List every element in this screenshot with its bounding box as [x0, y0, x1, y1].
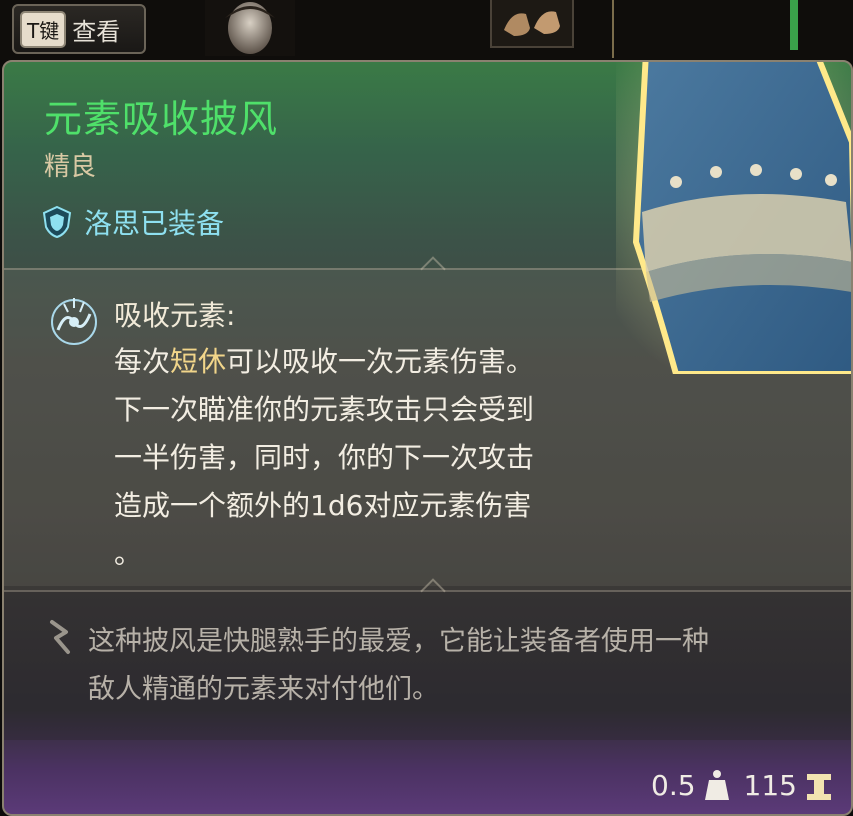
- shield-icon: [42, 205, 72, 239]
- desc-line: 。: [114, 537, 143, 570]
- inspect-label: 查看: [72, 17, 121, 46]
- flavor-line: 这种披风是快腿熟手的最爱，它能让装备者使用一种: [88, 626, 709, 657]
- short-rest-keyword[interactable]: 短休: [170, 345, 226, 378]
- slot-highlight: [790, 0, 798, 50]
- flavor-line: 敌人精通的元素来对付他们。: [88, 674, 439, 705]
- desc-line: 下一次瞄准你的元素攻击只会受到: [114, 393, 535, 426]
- t-key-label: T键: [20, 10, 67, 48]
- absorb-elements-icon: [51, 298, 97, 345]
- weight-value: 0.5: [651, 769, 696, 802]
- desc-line: 一半伤害，同时，你的下一次攻击: [114, 441, 535, 474]
- equipped-status: 洛思已装备: [40, 202, 224, 242]
- item-rarity: 精良: [44, 152, 97, 182]
- ability-description: 每次短休可以吸收一次元素伤害。 下一次瞄准你的元素攻击只会受到 一半伤害，同时，…: [114, 338, 614, 578]
- ability-name: 吸收元素:: [114, 299, 236, 332]
- top-bar: T键 查看: [0, 0, 853, 60]
- equipped-by-text: 洛思已装备: [84, 207, 225, 240]
- gold-icon: [807, 774, 831, 800]
- inspect-button[interactable]: T键 查看: [12, 4, 146, 54]
- item-tooltip: 元素吸收披风 精良 洛思已装备 吸收元素: 每次短休可以吸收一次元素伤害。 下一…: [2, 60, 853, 816]
- weight-stat: 0.5: [651, 768, 730, 802]
- item-stats: 0.5 115: [651, 768, 833, 802]
- weight-icon: [704, 770, 729, 800]
- quill-icon: [50, 620, 70, 654]
- desc-line: 每次短休可以吸收一次元素伤害。: [114, 345, 535, 378]
- gold-value: 115: [743, 769, 797, 802]
- character-portrait[interactable]: [205, 0, 295, 56]
- section-divider: [4, 578, 851, 604]
- slot-divider: [612, 0, 614, 58]
- value-stat: 115: [744, 769, 833, 802]
- item-name: 元素吸收披风: [44, 97, 279, 141]
- flavor-text: 这种披风是快腿熟手的最爱，它能让装备者使用一种 敌人精通的元素来对付他们。: [88, 618, 828, 714]
- boots-slot-icon[interactable]: [490, 0, 574, 48]
- cloak-image: [616, 62, 851, 374]
- desc-line: 造成一个额外的1d6对应元素伤害: [114, 489, 532, 522]
